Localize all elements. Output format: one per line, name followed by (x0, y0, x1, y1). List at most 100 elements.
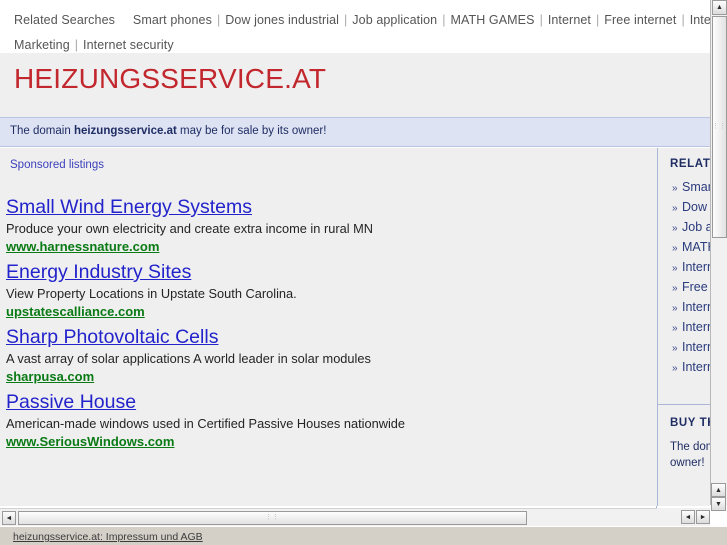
ad-description: Produce your own electricity and create … (6, 221, 373, 236)
sidebar-item-internet-service[interactable]: » Internet Service (672, 298, 710, 318)
sponsored-ad-item: Small Wind Energy Systems Produce your o… (6, 196, 646, 255)
related-search-link-job-application[interactable]: Job application (352, 13, 437, 27)
related-searches-separator: | (539, 13, 543, 27)
sponsored-ad-item: Sharp Photovoltaic Cells A vast array of… (6, 326, 646, 385)
related-search-link-internet-security[interactable]: Internet security (83, 38, 174, 52)
ad-url-link[interactable]: upstatescalliance.com (6, 303, 646, 320)
bullet-icon: » (672, 223, 678, 234)
sidebar-buy-domain-line: owner! (670, 457, 705, 469)
related-searches-spacer (119, 13, 132, 27)
related-searches-label: Related Searches (14, 13, 115, 27)
sidebar-buy-domain-title: BUY THIS DOMAIN (670, 417, 710, 429)
related-search-link-free-internet[interactable]: Free internet (604, 13, 676, 27)
sidebar-buy-domain-box: BUY THIS DOMAIN The domain may be for sa… (658, 404, 710, 471)
sidebar-scroll-down-button[interactable]: ▼ (711, 497, 726, 511)
bullet-icon: » (672, 203, 678, 214)
bullet-icon: » (672, 183, 678, 194)
horizontal-scroll-thumb[interactable]: ⋮⋮ (18, 511, 527, 525)
related-search-link-smart-phones[interactable]: Smart phones (133, 13, 212, 27)
sidebar-item-internet-security[interactable]: » Internet security (672, 338, 710, 358)
sidebar-item-dow-jones-industrial[interactable]: » Dow jones industrial (672, 198, 710, 218)
sidebar-item-internet[interactable]: » Internet (672, 258, 710, 278)
sidebar-item-label: Internet security (682, 340, 710, 354)
left-arrow-icon: ◄ (684, 513, 692, 521)
scroll-grip-icon: ⋮⋮ (265, 514, 280, 521)
ad-description: American-made windows used in Certified … (6, 416, 406, 431)
bullet-icon: » (672, 283, 678, 294)
left-arrow-icon: ◄ (5, 514, 13, 522)
sidebar-frame: RELATED SEARCHES » Smart phones » Dow jone… (657, 148, 710, 506)
notice-prefix: The domain (10, 125, 74, 137)
sidebar-item-free-internet[interactable]: » Free internet (672, 278, 710, 298)
related-searches-separator: | (74, 38, 79, 52)
scroll-left-button[interactable]: ◄ (2, 511, 16, 525)
related-search-link-dow-jones-industrial[interactable]: Dow jones industrial (225, 13, 339, 27)
sidebar-scroll-up-button[interactable]: ▲ (711, 483, 726, 497)
ad-url-link[interactable]: sharpusa.com (6, 368, 646, 385)
sidebar-item-label: Internet (682, 260, 710, 274)
sidebar-item-label: Internet Explorer (682, 360, 710, 374)
sidebar-item-label: Internet Marketing (682, 320, 710, 334)
related-search-link-internet-service[interactable]: Internet Serv (690, 13, 710, 27)
related-searches-bar: Related Searches Smart phones | Dow jones … (0, 0, 710, 53)
browser-viewport: Related Searches Smart phones | Dow jones … (0, 0, 727, 545)
ad-url-link[interactable]: www.harnessnature.com (6, 238, 646, 255)
related-searches-separator: | (681, 13, 685, 27)
related-searches-second-line: Marketing | Internet security (14, 36, 710, 53)
up-arrow-icon: ▲ (715, 486, 722, 494)
bullet-icon: » (672, 303, 678, 314)
ad-title-link[interactable]: Small Wind Energy Systems (6, 196, 646, 219)
scroll-up-button[interactable]: ▲ (712, 0, 727, 15)
ad-description: A vast array of solar applications A wor… (6, 351, 371, 366)
sidebar-item-label: Dow jones industrial (682, 200, 710, 214)
notice-domain: heizungsservice.at (73, 125, 177, 137)
related-searches-separator: | (596, 13, 600, 27)
bullet-icon: » (672, 243, 678, 254)
related-searches-separator: | (344, 13, 348, 27)
bullet-icon: » (672, 363, 678, 374)
bullet-icon: » (672, 343, 678, 354)
sidebar-scroll-left-button[interactable]: ◄ (681, 510, 695, 524)
notice-suffix: may be for sale by its owner! (176, 125, 327, 137)
sidebar-item-label: Free internet (682, 280, 710, 294)
bullet-icon: » (672, 323, 678, 334)
ad-title-link[interactable]: Passive House (6, 391, 646, 414)
sidebar-item-internet-explorer[interactable]: » Internet Explorer (672, 358, 710, 378)
page-vertical-scrollbar[interactable]: ▲ ⋮⋮ (710, 0, 727, 505)
right-arrow-icon: ► (699, 513, 707, 521)
sidebar-item-label: Job application (682, 220, 710, 234)
sponsored-ad-item: Passive House American-made windows used… (6, 391, 646, 450)
scroll-grip-icon: ⋮⋮ (712, 123, 727, 130)
sponsored-ad-item: Energy Industry Sites View Property Loca… (6, 261, 646, 320)
browser-status-bar: heizungsservice.at: Impressum und AGB (0, 526, 727, 545)
related-search-link-math-games[interactable]: MATH GAMES (450, 13, 534, 27)
sidebar-item-smart-phones[interactable]: » Smart phones (672, 178, 710, 198)
page-title: HEIZUNGSSERVICE.AT (14, 63, 327, 94)
ad-title-link[interactable]: Sharp Photovoltaic Cells (6, 326, 646, 349)
sidebar-item-label: MATH GAMES (682, 240, 710, 254)
domain-for-sale-notice-text: The domain heizungsservice.at may be for… (10, 125, 326, 137)
bullet-icon: » (672, 263, 678, 274)
ad-title-link[interactable]: Energy Industry Sites (6, 261, 646, 284)
sidebar-item-internet-marketing[interactable]: » Internet Marketing (672, 318, 710, 338)
sidebar-item-math-games[interactable]: » MATH GAMES (672, 238, 710, 258)
sidebar-horizontal-scrollbar[interactable]: ◄ ► (657, 508, 710, 526)
sidebar-related-searches-box: RELATED SEARCHES » Smart phones » Dow jone… (658, 148, 710, 386)
related-searches-separator: | (442, 13, 446, 27)
sidebar-item-job-application[interactable]: » Job application (672, 218, 710, 238)
sponsored-listings-label: Sponsored listings (10, 159, 104, 171)
related-searches-separator: | (216, 13, 221, 27)
down-arrow-icon: ▼ (715, 500, 722, 508)
domain-for-sale-notice: The domain heizungsservice.at may be for… (0, 117, 710, 147)
ad-description: View Property Locations in Upstate South… (6, 286, 297, 301)
site-title-band: HEIZUNGSSERVICE.AT (0, 53, 710, 117)
related-search-link-marketing[interactable]: Marketing (14, 38, 70, 52)
vertical-scroll-thumb[interactable]: ⋮⋮ (712, 16, 727, 238)
status-bar-link[interactable]: heizungsservice.at: Impressum und AGB (13, 531, 203, 543)
sidebar-item-label: Smart phones (682, 180, 710, 194)
sidebar-item-label: Internet Service (682, 300, 710, 314)
related-search-link-internet[interactable]: Internet (548, 13, 591, 27)
page-horizontal-scrollbar[interactable]: ◄ ⋮⋮ (0, 508, 710, 526)
sidebar-scroll-right-button[interactable]: ► (696, 510, 710, 524)
ad-url-link[interactable]: www.SeriousWindows.com (6, 433, 646, 450)
